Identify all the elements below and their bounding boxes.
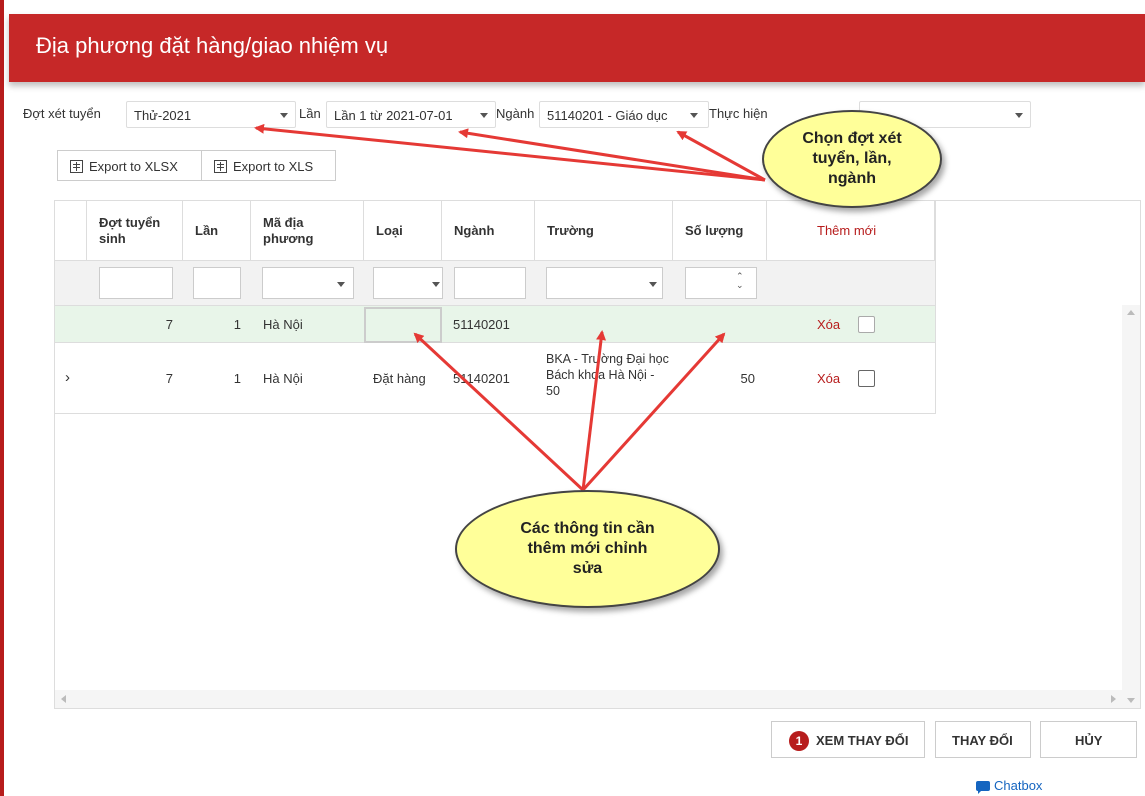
filter-loai-select[interactable] bbox=[373, 267, 443, 299]
chevron-down-icon bbox=[432, 282, 440, 287]
dot-xet-tuyen-value: Thử-2021 bbox=[134, 108, 192, 123]
cancel-button[interactable]: HỦY bbox=[1040, 721, 1137, 758]
col-header-so-luong[interactable]: Số lượng bbox=[673, 201, 767, 260]
row-checkbox[interactable] bbox=[858, 316, 875, 333]
col-header-loai[interactable]: Loại bbox=[364, 201, 442, 260]
callout-select-filters: Chọn đợt xét tuyển, lần, ngành bbox=[762, 110, 942, 208]
scroll-down-icon[interactable] bbox=[1127, 698, 1135, 703]
cell-nganh: 51140201 bbox=[453, 371, 510, 386]
filter-so-luong-spinner[interactable]: ⌃ ⌄ bbox=[685, 267, 757, 299]
scroll-left-icon[interactable] bbox=[61, 695, 66, 703]
export-xls-label: Export to XLS bbox=[233, 159, 314, 174]
col-header-truong[interactable]: Trường bbox=[535, 201, 673, 260]
dot-xet-tuyen-label: Đợt xét tuyển bbox=[23, 106, 101, 121]
chatbox-label: Chatbox bbox=[994, 778, 1043, 793]
lan-value: Lần 1 từ 2021-07-01 bbox=[334, 108, 453, 123]
table-row-new[interactable]: 7 1 Hà Nội 51140201 Xóa bbox=[55, 306, 935, 343]
data-grid: Đợt tuyển sinh Lần Mã địa phương Loại Ng… bbox=[54, 200, 1141, 709]
cell-dot: 7 bbox=[165, 371, 173, 386]
add-new-link[interactable]: Thêm mới bbox=[767, 201, 935, 260]
nganh-label: Ngành bbox=[496, 106, 535, 121]
cell-truong: BKA - Trường Đại học Bách khoa Hà Nội - … bbox=[546, 352, 669, 398]
scroll-up-icon[interactable] bbox=[1127, 310, 1135, 315]
expand-column-header bbox=[55, 201, 87, 260]
chevron-down-icon bbox=[480, 113, 488, 118]
apply-changes-label: THAY ĐỔI bbox=[952, 733, 1013, 748]
spreadsheet-icon bbox=[70, 160, 83, 173]
lan-select[interactable]: Lần 1 từ 2021-07-01 bbox=[326, 101, 496, 128]
col-header-lan[interactable]: Lần bbox=[183, 201, 251, 260]
view-changes-label: XEM THAY ĐỔI bbox=[816, 733, 909, 748]
cell-dot: 7 bbox=[165, 317, 173, 332]
filter-dot-input[interactable] bbox=[99, 267, 173, 299]
page-header: Địa phương đặt hàng/giao nhiệm vụ bbox=[9, 14, 1145, 82]
apply-changes-button[interactable]: THAY ĐỔI bbox=[935, 721, 1031, 758]
chevron-right-icon[interactable]: › bbox=[65, 369, 70, 386]
cell-loai-editor[interactable] bbox=[364, 307, 442, 343]
cell-lan: 1 bbox=[233, 317, 241, 332]
chatbox-link[interactable]: Chatbox bbox=[976, 778, 1043, 794]
view-changes-button[interactable]: 1 XEM THAY ĐỔI bbox=[771, 721, 925, 758]
cell-ma-dia-phuong: Hà Nội bbox=[263, 317, 303, 332]
chevron-down-icon bbox=[690, 113, 698, 118]
chevron-down-icon bbox=[1015, 113, 1023, 118]
cell-lan: 1 bbox=[233, 371, 241, 386]
cell-so-luong: 50 bbox=[740, 371, 755, 386]
export-xlsx-label: Export to XLSX bbox=[89, 159, 178, 174]
left-accent-border bbox=[0, 0, 4, 796]
thuc-hien-label: Thực hiện bbox=[709, 106, 768, 121]
table-row[interactable]: › 7 1 Hà Nội Đặt hàng 51140201 BKA - Trư… bbox=[55, 343, 935, 414]
delete-link[interactable]: Xóa bbox=[817, 317, 840, 332]
spinner-down-icon[interactable]: ⌄ bbox=[736, 280, 744, 291]
nganh-select[interactable]: 51140201 - Giáo dục bbox=[539, 101, 709, 128]
filter-truong-select[interactable] bbox=[546, 267, 663, 299]
callout-edit-info: Các thông tin cần thêm mới chỉnh sửa bbox=[455, 490, 720, 608]
scroll-right-icon[interactable] bbox=[1111, 695, 1116, 703]
filter-lan-input[interactable] bbox=[193, 267, 241, 299]
col-header-dot-tuyen-sinh[interactable]: Đợt tuyển sinh bbox=[87, 201, 183, 260]
cell-nganh: 51140201 bbox=[453, 317, 510, 332]
changes-count-badge: 1 bbox=[789, 731, 809, 751]
vertical-scrollbar[interactable] bbox=[1122, 305, 1140, 708]
col-header-nganh[interactable]: Ngành bbox=[442, 201, 535, 260]
page-title: Địa phương đặt hàng/giao nhiệm vụ bbox=[36, 33, 389, 58]
row-checkbox[interactable] bbox=[858, 370, 875, 387]
spreadsheet-icon bbox=[214, 160, 227, 173]
filter-row: ⌃ ⌄ bbox=[55, 261, 935, 306]
cell-ma-dia-phuong: Hà Nội bbox=[263, 371, 303, 386]
cell-loai: Đặt hàng bbox=[373, 371, 426, 386]
dot-xet-tuyen-select[interactable]: Thử-2021 bbox=[126, 101, 296, 128]
cancel-label: HỦY bbox=[1075, 733, 1103, 748]
lan-label: Lần bbox=[299, 106, 321, 121]
col-header-ma-dia-phuong[interactable]: Mã địa phương bbox=[251, 201, 364, 260]
chevron-down-icon bbox=[649, 282, 657, 287]
export-xls-button[interactable]: Export to XLS bbox=[201, 150, 336, 181]
delete-link[interactable]: Xóa bbox=[817, 371, 840, 386]
chat-bubble-icon bbox=[976, 781, 990, 794]
grid-right-divider bbox=[935, 201, 936, 414]
filter-ma-dia-phuong-select[interactable] bbox=[262, 267, 354, 299]
export-xlsx-button[interactable]: Export to XLSX bbox=[57, 150, 202, 181]
nganh-value: 51140201 - Giáo dục bbox=[547, 108, 668, 123]
horizontal-scrollbar[interactable] bbox=[55, 690, 1122, 708]
filter-nganh-input[interactable] bbox=[454, 267, 526, 299]
chevron-down-icon bbox=[280, 113, 288, 118]
chevron-down-icon bbox=[337, 282, 345, 287]
arrow-to-nganh-select bbox=[676, 130, 766, 182]
arrow-to-lan-select bbox=[458, 128, 766, 182]
